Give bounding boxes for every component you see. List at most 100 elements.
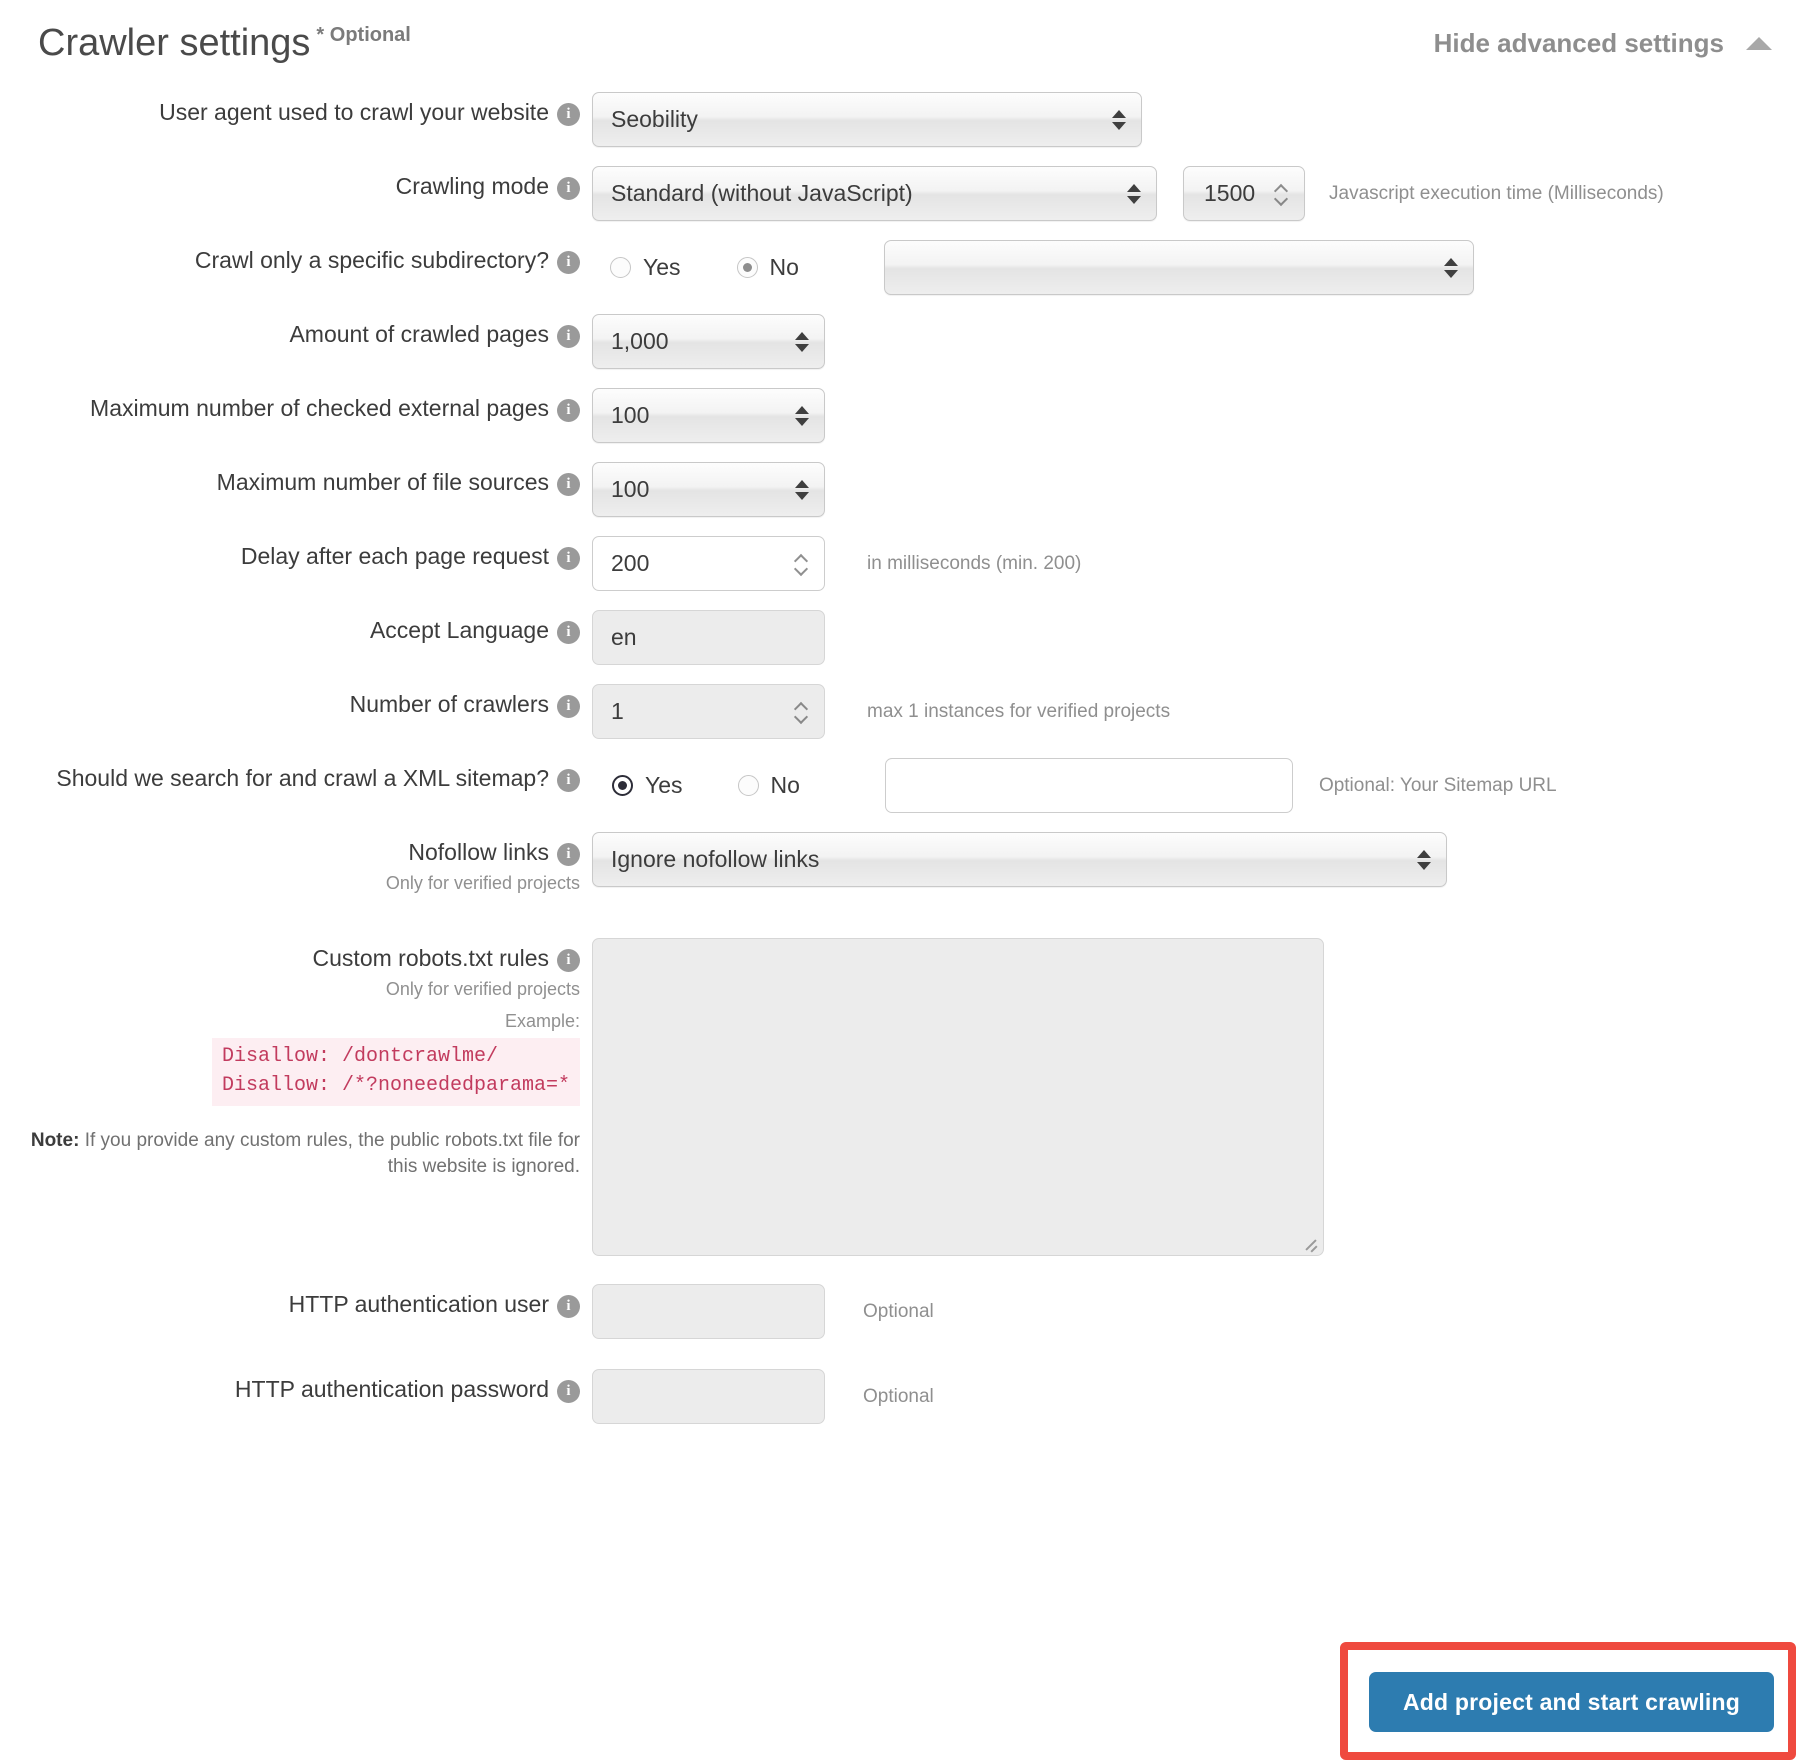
info-icon[interactable]: i <box>557 473 580 496</box>
nofollow-links-value: Ignore nofollow links <box>611 846 820 872</box>
number-spinner-icon[interactable] <box>795 703 808 721</box>
max-external-pages-select[interactable]: 100 <box>592 388 825 443</box>
http-auth-password-input[interactable] <box>592 1369 825 1424</box>
info-icon[interactable]: i <box>557 251 580 274</box>
info-icon[interactable]: i <box>557 769 580 792</box>
hide-advanced-settings-label: Hide advanced settings <box>1433 28 1724 58</box>
label-max-file-sources: Maximum number of file sources i <box>0 462 592 497</box>
js-execution-time-hint: Javascript execution time (Milliseconds) <box>1329 182 1664 204</box>
page-title: Crawler settings * Optional <box>38 22 411 65</box>
user-agent-value: Seobility <box>611 106 698 132</box>
select-arrows-icon <box>795 479 809 500</box>
info-icon[interactable]: i <box>557 1380 580 1403</box>
radio-unchecked-icon <box>610 257 631 278</box>
subdirectory-radio-group: Yes No <box>592 240 799 295</box>
radio-checked-icon <box>736 257 758 278</box>
subdirectory-no-label: No <box>769 254 799 280</box>
info-icon[interactable]: i <box>557 103 580 126</box>
number-spinner-icon[interactable] <box>1275 185 1288 203</box>
http-auth-user-input[interactable] <box>592 1284 825 1339</box>
row-delay: Delay after each page request i 200 in mi… <box>0 536 1800 591</box>
sitemap-url-input[interactable] <box>884 758 1293 813</box>
radio-unchecked-icon <box>737 775 759 796</box>
info-icon[interactable]: i <box>557 177 580 200</box>
label-user-agent-text: User agent used to crawl your website <box>159 99 549 125</box>
label-custom-robots-text: Custom robots.txt rules <box>312 945 549 971</box>
info-icon[interactable]: i <box>557 695 580 718</box>
delay-value: 200 <box>611 550 650 576</box>
label-max-external-pages-text: Maximum number of checked external pages <box>90 395 549 421</box>
label-subdirectory: Crawl only a specific subdirectory? i <box>0 240 592 275</box>
robots-example-code: Disallow: /dontcrawlme/ Disallow: /*?non… <box>211 1038 580 1106</box>
label-http-auth-password: HTTP authentication password i <box>0 1369 592 1404</box>
label-number-of-crawlers-text: Number of crawlers <box>349 691 549 717</box>
label-custom-robots-example: Example: <box>504 1011 580 1031</box>
nofollow-links-select[interactable]: Ignore nofollow links <box>592 832 1447 887</box>
select-arrows-icon <box>1443 257 1458 278</box>
max-file-sources-select[interactable]: 100 <box>592 462 825 517</box>
row-subdirectory: Crawl only a specific subdirectory? i Yes… <box>0 240 1800 295</box>
info-icon[interactable]: i <box>557 325 580 348</box>
label-http-auth-user-text: HTTP authentication user <box>288 1291 549 1317</box>
label-max-external-pages: Maximum number of checked external pages… <box>0 388 592 423</box>
resize-handle-icon[interactable] <box>1302 1235 1318 1253</box>
xml-sitemap-radio-no[interactable]: No <box>737 772 800 799</box>
add-project-and-start-crawling-button[interactable]: Add project and start crawling <box>1369 1672 1774 1732</box>
custom-robots-textarea-value <box>593 939 1323 963</box>
label-custom-robots-sub: Only for verified projects <box>385 979 580 999</box>
row-nofollow-links: Nofollow links i Only for verified projec… <box>0 832 1800 896</box>
subdirectory-yes-label: Yes <box>643 254 681 280</box>
info-icon[interactable]: i <box>557 1295 580 1318</box>
amount-pages-select[interactable]: 1,000 <box>592 314 825 369</box>
amount-pages-value: 1,000 <box>611 328 669 354</box>
accept-language-input[interactable]: en <box>592 610 825 665</box>
xml-sitemap-radio-yes[interactable]: Yes <box>612 772 683 799</box>
label-accept-language: Accept Language i <box>0 610 592 645</box>
label-accept-language-text: Accept Language <box>369 617 549 643</box>
row-accept-language: Accept Language i en <box>0 610 1800 665</box>
subdirectory-radio-no[interactable]: No <box>736 254 799 281</box>
caret-up-icon <box>1746 37 1772 50</box>
row-xml-sitemap: Should we search for and crawl a XML sit… <box>0 758 1800 813</box>
number-of-crawlers-input[interactable]: 1 <box>592 684 825 739</box>
custom-robots-textarea[interactable] <box>592 938 1324 1256</box>
row-amount-pages: Amount of crawled pages i 1,000 <box>0 314 1800 369</box>
http-auth-password-hint: Optional <box>863 1385 934 1407</box>
label-max-file-sources-text: Maximum number of file sources <box>216 469 549 495</box>
js-execution-time-value: 1500 <box>1204 180 1256 206</box>
js-execution-time-input[interactable]: 1500 <box>1183 166 1305 221</box>
number-of-crawlers-value: 1 <box>611 698 624 724</box>
hide-advanced-settings-toggle[interactable]: Hide advanced settings <box>1434 28 1772 59</box>
label-number-of-crawlers: Number of crawlers i <box>0 684 592 719</box>
info-icon[interactable]: i <box>557 843 580 866</box>
crawler-settings-form: User agent used to crawl your website i S… <box>0 92 1800 1424</box>
xml-sitemap-yes-label: Yes <box>645 772 683 798</box>
subdirectory-select[interactable] <box>883 240 1474 295</box>
delay-hint: in milliseconds (min. 200) <box>867 552 1082 574</box>
label-crawling-mode-text: Crawling mode <box>395 173 549 199</box>
delay-input[interactable]: 200 <box>592 536 825 591</box>
robots-note-body: If you provide any custom rules, the pub… <box>79 1130 580 1177</box>
row-http-auth-password: HTTP authentication password i Optional <box>0 1369 1800 1424</box>
info-icon[interactable]: i <box>557 949 580 972</box>
label-xml-sitemap-text: Should we search for and crawl a XML sit… <box>56 765 549 791</box>
select-arrows-icon <box>795 405 809 426</box>
label-amount-pages-text: Amount of crawled pages <box>289 321 549 347</box>
number-spinner-icon[interactable] <box>795 555 808 573</box>
info-icon[interactable]: i <box>557 547 580 570</box>
subdirectory-radio-yes[interactable]: Yes <box>610 254 681 281</box>
label-amount-pages: Amount of crawled pages i <box>0 314 592 349</box>
row-max-file-sources: Maximum number of file sources i 100 <box>0 462 1800 517</box>
row-number-of-crawlers: Number of crawlers i 1 max 1 instances fo… <box>0 684 1800 739</box>
form-footer: Add project and start crawling <box>1340 1642 1800 1764</box>
info-icon[interactable]: i <box>557 621 580 644</box>
http-auth-user-hint: Optional <box>863 1300 934 1322</box>
crawling-mode-select[interactable]: Standard (without JavaScript) <box>592 166 1157 221</box>
select-arrows-icon <box>1127 183 1141 204</box>
info-icon[interactable]: i <box>557 399 580 422</box>
accept-language-value: en <box>611 624 637 650</box>
sitemap-url-hint: Optional: Your Sitemap URL <box>1318 774 1557 796</box>
label-nofollow-links-text: Nofollow links <box>408 839 549 865</box>
xml-sitemap-radio-group: Yes No <box>592 758 800 813</box>
user-agent-select[interactable]: Seobility <box>592 92 1142 147</box>
